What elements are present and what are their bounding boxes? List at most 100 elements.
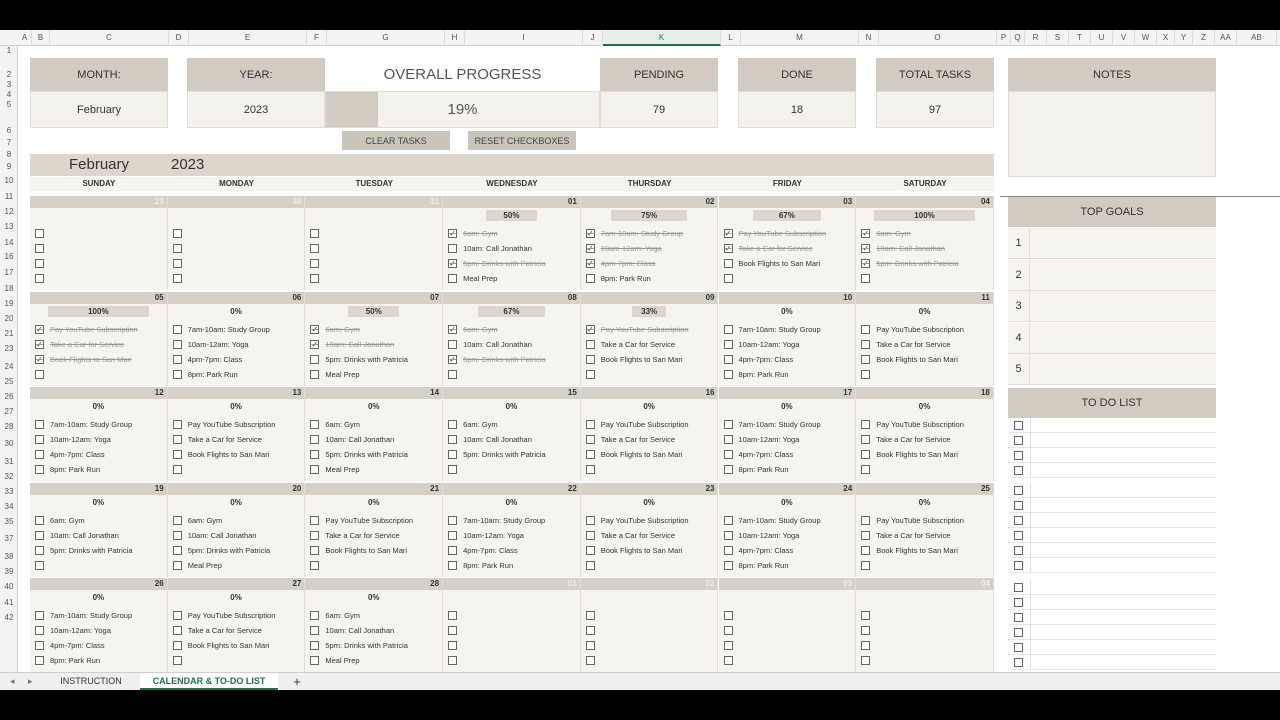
- task-checkbox[interactable]: ✓: [723, 243, 733, 253]
- task-checkbox[interactable]: [35, 274, 44, 284]
- todo-checkbox[interactable]: [1014, 466, 1023, 475]
- task-item[interactable]: 10am: Call Jonathan: [172, 529, 256, 541]
- task-item[interactable]: Meal Prep: [310, 464, 360, 476]
- row-header-31[interactable]: 31: [0, 457, 18, 466]
- task-checkbox[interactable]: ✓: [35, 339, 44, 349]
- task-checkbox[interactable]: [172, 324, 182, 334]
- task-checkbox[interactable]: [35, 370, 44, 380]
- row-header-42[interactable]: 42: [0, 613, 18, 622]
- task-item[interactable]: [172, 227, 188, 239]
- column-header-q[interactable]: Q: [1011, 30, 1025, 46]
- task-item[interactable]: [172, 242, 188, 254]
- column-header-r[interactable]: R: [1025, 30, 1047, 46]
- task-checkbox[interactable]: [861, 434, 871, 444]
- task-item[interactable]: 4pm-7pm: Class: [723, 449, 793, 461]
- task-item[interactable]: [723, 624, 739, 636]
- row-header-38[interactable]: 38: [0, 552, 18, 561]
- task-item[interactable]: [861, 609, 876, 621]
- task-checkbox[interactable]: [172, 419, 182, 429]
- todo-row[interactable]: [1008, 655, 1216, 670]
- task-checkbox[interactable]: [448, 274, 458, 284]
- task-item[interactable]: 10am: Call Jonathan: [448, 433, 532, 445]
- task-item[interactable]: Pay YouTube Subscription: [861, 418, 964, 430]
- column-header-n[interactable]: N: [859, 30, 879, 46]
- task-item[interactable]: 10am-12am: Yoga: [172, 338, 249, 350]
- todo-row[interactable]: [1008, 513, 1216, 528]
- task-item[interactable]: Take a Car for Service: [585, 338, 675, 350]
- task-item[interactable]: Pay YouTube Subscription: [172, 418, 275, 430]
- todo-row[interactable]: [1008, 580, 1216, 595]
- task-checkbox[interactable]: [723, 419, 733, 429]
- task-item[interactable]: ✓ Pay YouTube Subscription: [723, 227, 826, 239]
- task-item[interactable]: 8pm: Park Run: [448, 560, 513, 572]
- task-item[interactable]: Book Flights to San Mari: [861, 545, 958, 557]
- task-item[interactable]: [448, 640, 463, 652]
- task-checkbox[interactable]: ✓: [448, 228, 458, 238]
- task-item[interactable]: [723, 640, 739, 652]
- todo-row[interactable]: [1008, 463, 1216, 478]
- task-item[interactable]: Book Flights to San Mari: [172, 640, 269, 652]
- task-item[interactable]: 8pm: Park Run: [723, 369, 789, 381]
- column-header-l[interactable]: L: [721, 30, 741, 46]
- task-item[interactable]: 4pm-7pm: Class: [723, 354, 793, 366]
- row-header-39[interactable]: 39: [0, 567, 18, 576]
- task-item[interactable]: 7am-10am: Study Group: [723, 514, 821, 526]
- task-checkbox[interactable]: ✓: [861, 259, 871, 269]
- row-header-25[interactable]: 25: [0, 377, 18, 386]
- column-header-k[interactable]: K: [603, 30, 721, 46]
- task-checkbox[interactable]: [448, 530, 458, 540]
- task-item[interactable]: Book Flights to San Mari: [585, 545, 683, 557]
- todo-checkbox[interactable]: [1014, 658, 1023, 667]
- task-item[interactable]: [448, 655, 463, 667]
- task-checkbox[interactable]: [723, 465, 733, 475]
- task-item[interactable]: [861, 464, 876, 476]
- task-item[interactable]: 10am: Call Jonathan: [310, 433, 394, 445]
- task-checkbox[interactable]: ✓: [35, 355, 44, 365]
- task-checkbox[interactable]: [35, 434, 44, 444]
- task-checkbox[interactable]: ✓: [861, 228, 871, 238]
- task-checkbox[interactable]: [861, 641, 871, 651]
- task-item[interactable]: 6am: Gym: [448, 418, 498, 430]
- task-checkbox[interactable]: [723, 450, 733, 460]
- task-checkbox[interactable]: [585, 355, 595, 365]
- tab-scroll-left-icon[interactable]: ◂: [10, 673, 15, 690]
- task-item[interactable]: [310, 273, 325, 285]
- task-checkbox[interactable]: [310, 450, 320, 460]
- task-checkbox[interactable]: [35, 465, 44, 475]
- task-checkbox[interactable]: [585, 434, 595, 444]
- task-item[interactable]: Pay YouTube Subscription: [310, 514, 413, 526]
- task-item[interactable]: [723, 273, 739, 285]
- task-item[interactable]: 5pm: Drinks with Patricia: [172, 545, 270, 557]
- todo-checkbox[interactable]: [1014, 421, 1023, 430]
- task-item[interactable]: [585, 640, 601, 652]
- task-checkbox[interactable]: [172, 450, 182, 460]
- row-header-40[interactable]: 40: [0, 582, 18, 591]
- task-checkbox[interactable]: [861, 610, 871, 620]
- task-item[interactable]: Book Flights to San Mari: [723, 258, 820, 270]
- task-item[interactable]: Take a Car for Service: [585, 529, 675, 541]
- task-checkbox[interactable]: [585, 370, 595, 380]
- goal-row[interactable]: 3: [1008, 291, 1216, 323]
- task-checkbox[interactable]: [35, 625, 44, 635]
- task-checkbox[interactable]: [172, 610, 182, 620]
- row-header-18[interactable]: 18: [0, 284, 18, 293]
- row-header-13[interactable]: 13: [0, 222, 18, 231]
- task-checkbox[interactable]: [723, 515, 733, 525]
- task-checkbox[interactable]: [35, 561, 44, 571]
- task-checkbox[interactable]: [310, 515, 320, 525]
- row-header-17[interactable]: 17: [0, 268, 18, 277]
- task-checkbox[interactable]: [310, 370, 320, 380]
- task-checkbox[interactable]: ✓: [585, 228, 595, 238]
- task-checkbox[interactable]: [448, 561, 458, 571]
- task-checkbox[interactable]: [172, 625, 182, 635]
- task-item[interactable]: 8pm: Park Run: [585, 273, 651, 285]
- notes-area[interactable]: [1008, 91, 1216, 177]
- task-checkbox[interactable]: [172, 656, 182, 666]
- task-item[interactable]: 10am: Call Jonathan: [448, 338, 532, 350]
- todo-checkbox[interactable]: [1014, 486, 1023, 495]
- task-item[interactable]: Take a Car for Service: [861, 433, 950, 445]
- task-checkbox[interactable]: [35, 259, 44, 269]
- todo-checkbox[interactable]: [1014, 561, 1023, 570]
- todo-row[interactable]: [1008, 528, 1216, 543]
- column-header-ab[interactable]: AB: [1237, 30, 1277, 46]
